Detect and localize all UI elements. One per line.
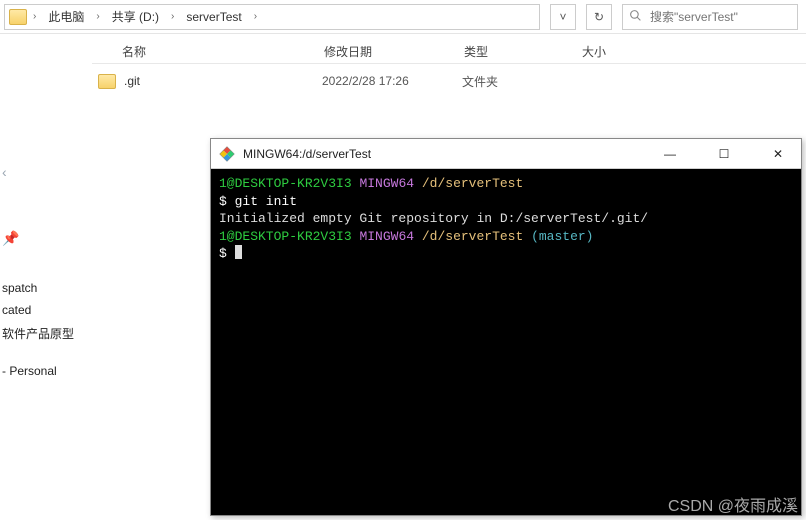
pin-icon: 📌 — [0, 230, 88, 247]
chevron-right-icon[interactable]: › — [169, 11, 176, 22]
terminal-text: 1@DESKTOP-KR2V3I3 — [219, 229, 359, 244]
minimize-icon: — — [664, 147, 676, 161]
folder-icon — [98, 74, 116, 89]
terminal-text: $ git init — [219, 194, 297, 209]
refresh-button[interactable]: ↻ — [586, 4, 612, 30]
terminal-line: 1@DESKTOP-KR2V3I3 MINGW64 /d/serverTest — [219, 175, 793, 193]
navigation-pane[interactable]: ‹ 📌 spatch cated 软件产品原型 - Personal — [0, 34, 92, 520]
column-header-size[interactable]: 大小 — [582, 43, 662, 60]
file-type: 文件夹 — [462, 73, 580, 90]
sidebar-item[interactable]: cated — [0, 299, 88, 321]
terminal-text: $ — [219, 246, 235, 261]
terminal-body[interactable]: 1@DESKTOP-KR2V3I3 MINGW64 /d/serverTest$… — [211, 169, 801, 515]
minimize-button[interactable]: — — [647, 139, 693, 169]
terminal-titlebar[interactable]: MINGW64:/d/serverTest — ☐ ✕ — [211, 139, 801, 169]
chevron-right-icon[interactable]: › — [94, 11, 101, 22]
sidebar-item[interactable]: - Personal — [0, 360, 88, 382]
chevron-right-icon[interactable]: › — [31, 11, 38, 22]
terminal-title: MINGW64:/d/serverTest — [243, 147, 639, 161]
column-header-name[interactable]: 名称 — [92, 43, 324, 60]
search-box[interactable] — [622, 4, 798, 30]
breadcrumb[interactable]: › 此电脑 › 共享 (D:) › serverTest › — [4, 4, 540, 30]
column-header-type[interactable]: 类型 — [464, 43, 582, 60]
terminal-window: MINGW64:/d/serverTest — ☐ ✕ 1@DESKTOP-KR… — [210, 138, 802, 516]
terminal-line: Initialized empty Git repository in D:/s… — [219, 210, 793, 228]
folder-icon — [9, 9, 27, 25]
search-icon — [629, 9, 642, 25]
terminal-line: 1@DESKTOP-KR2V3I3 MINGW64 /d/serverTest … — [219, 228, 793, 246]
file-row[interactable]: .git 2022/2/28 17:26 文件夹 — [92, 64, 806, 94]
terminal-text: Initialized empty Git repository in D:/s… — [219, 211, 648, 226]
breadcrumb-seg-2[interactable]: serverTest — [180, 8, 247, 26]
file-name: .git — [124, 74, 322, 88]
chevron-down-icon: ˅ — [559, 10, 566, 24]
sidebar-item[interactable]: spatch — [0, 277, 88, 299]
mingw-icon — [219, 146, 235, 162]
terminal-text: 1@DESKTOP-KR2V3I3 — [219, 176, 359, 191]
search-input[interactable] — [648, 9, 806, 25]
terminal-text: MINGW64 — [359, 229, 421, 244]
terminal-cursor — [235, 245, 242, 259]
chevron-right-icon[interactable]: › — [252, 11, 259, 22]
terminal-text: MINGW64 — [359, 176, 421, 191]
close-icon: ✕ — [773, 147, 783, 161]
file-date: 2022/2/28 17:26 — [322, 74, 462, 88]
history-dropdown-button[interactable]: ˅ — [550, 4, 576, 30]
refresh-icon: ↻ — [594, 10, 604, 24]
maximize-button[interactable]: ☐ — [701, 139, 747, 169]
column-header-date[interactable]: 修改日期 — [324, 43, 464, 60]
chevron-left-icon: ‹ — [0, 164, 88, 180]
maximize-icon: ☐ — [719, 147, 730, 161]
terminal-text: (master) — [531, 229, 593, 244]
terminal-text: /d/serverTest — [422, 176, 523, 191]
terminal-line: $ — [219, 245, 793, 263]
breadcrumb-seg-0[interactable]: 此电脑 — [42, 6, 90, 27]
column-headers: 名称 修改日期 类型 大小 — [92, 34, 806, 64]
terminal-text: /d/serverTest — [422, 229, 531, 244]
terminal-line: $ git init — [219, 193, 793, 211]
sidebar-item[interactable]: 软件产品原型 — [0, 321, 88, 346]
address-bar: › 此电脑 › 共享 (D:) › serverTest › ˅ ↻ — [0, 0, 806, 34]
breadcrumb-seg-1[interactable]: 共享 (D:) — [106, 6, 165, 27]
close-button[interactable]: ✕ — [755, 139, 801, 169]
